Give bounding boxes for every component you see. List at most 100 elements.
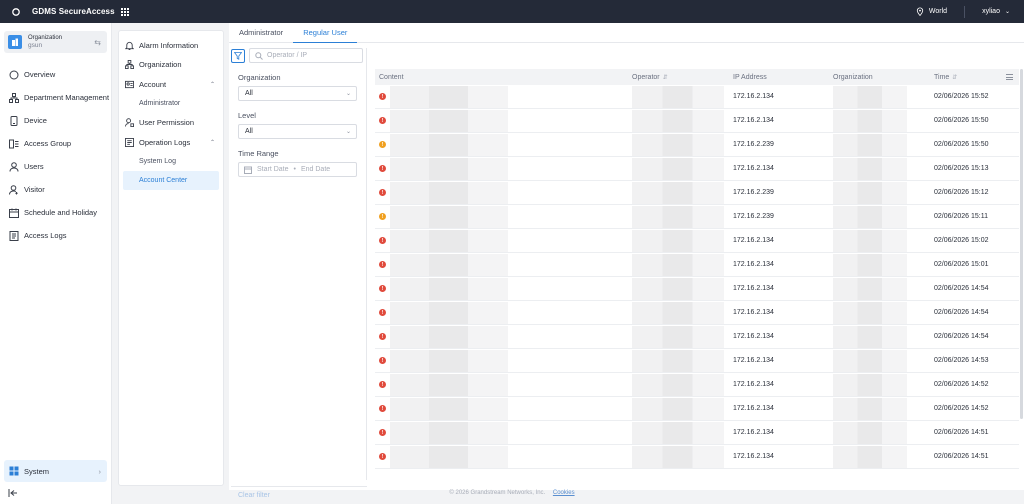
table-row[interactable]: ! 172.16.2.134 02/06/2026 15:02: [375, 229, 1019, 253]
redacted-operator: [632, 373, 724, 396]
start-date-placeholder[interactable]: Start Date: [257, 166, 289, 173]
table-row[interactable]: ! 172.16.2.134 02/06/2026 15:50: [375, 109, 1019, 133]
table-row[interactable]: ! 172.16.2.134 02/06/2026 15:52: [375, 85, 1019, 109]
logs-table: Content Operator ⇵ IP Address Organizatio…: [375, 69, 1019, 469]
subnav-administrator[interactable]: Administrator: [119, 94, 223, 113]
gdms-logo-icon[interactable]: [8, 7, 24, 17]
nav-device[interactable]: Device: [0, 109, 111, 132]
time-cell: 02/06/2026 15:11: [934, 213, 988, 220]
nav-access-logs[interactable]: Access Logs: [0, 224, 111, 247]
org-switcher[interactable]: Organization gsun ⇆: [4, 31, 107, 53]
ip-cell: 172.16.2.134: [733, 381, 774, 388]
account-icon: [125, 80, 134, 88]
app-title: GDMS SecureAccess: [32, 7, 115, 16]
redacted-organization: [833, 325, 907, 348]
org-chart-icon: [125, 60, 134, 70]
access-group-icon: [9, 139, 19, 148]
redacted-organization: [833, 301, 907, 324]
date-range-picker[interactable]: Start Date • End Date: [238, 162, 357, 177]
nav-label: Visitor: [24, 185, 45, 194]
nav-department-management[interactable]: Department Management: [0, 86, 111, 109]
error-level-icon: !: [379, 333, 386, 340]
col-operator[interactable]: Operator ⇵: [628, 74, 729, 81]
error-level-icon: !: [379, 117, 386, 124]
table-row[interactable]: ! 172.16.2.134 02/06/2026 14:53: [375, 349, 1019, 373]
level-select[interactable]: All ⌄: [238, 124, 357, 139]
subnav-system-log[interactable]: System Log: [119, 152, 223, 171]
swap-icon[interactable]: ⇆: [94, 38, 101, 47]
subnav-user-permission[interactable]: User Permission: [119, 113, 223, 132]
sort-icon[interactable]: ⇵: [952, 74, 957, 81]
table-row[interactable]: ! 172.16.2.134 02/06/2026 14:54: [375, 301, 1019, 325]
filter-toggle-button[interactable]: [231, 48, 245, 63]
table-row[interactable]: ! 172.16.2.134 02/06/2026 14:52: [375, 373, 1019, 397]
subnav-label: System Log: [139, 157, 176, 165]
nav-access-group[interactable]: Access Group: [0, 132, 111, 155]
table-row[interactable]: ! 172.16.2.239 02/06/2026 15:12: [375, 181, 1019, 205]
time-cell: 02/06/2026 14:52: [934, 405, 989, 412]
chevron-down-icon[interactable]: ⌄: [1005, 8, 1010, 15]
ip-cell: 172.16.2.134: [733, 237, 774, 244]
redacted-operator: [632, 301, 724, 324]
end-date-placeholder[interactable]: End Date: [301, 166, 330, 173]
table-row[interactable]: ! 172.16.2.134 02/06/2026 14:51: [375, 421, 1019, 445]
tab-regular-user[interactable]: Regular User: [293, 23, 358, 43]
redacted-operator: [632, 277, 724, 300]
filter-pane: Operator / IP Organization All ⌄ Level A…: [231, 48, 367, 499]
redacted-operator: [632, 85, 724, 108]
table-scrollbar[interactable]: [1020, 69, 1023, 419]
tab-bar: Administrator Regular User: [229, 23, 1024, 43]
location-icon: [916, 7, 924, 16]
redacted-content: [390, 421, 508, 444]
sort-icon[interactable]: ⇵: [663, 75, 668, 81]
redacted-organization: [833, 181, 907, 204]
table-header: Content Operator ⇵ IP Address Organizatio…: [375, 69, 1019, 85]
nav-visitor[interactable]: Visitor: [0, 178, 111, 201]
table-row[interactable]: ! 172.16.2.134 02/06/2026 15:01: [375, 253, 1019, 277]
search-placeholder: Operator / IP: [267, 52, 308, 59]
error-level-icon: !: [379, 381, 386, 388]
redacted-content: [390, 205, 508, 228]
redacted-organization: [833, 253, 907, 276]
nav-overview[interactable]: Overview: [0, 63, 111, 86]
organization-select[interactable]: All ⌄: [238, 86, 357, 101]
table-row[interactable]: ! 172.16.2.134 02/06/2026 14:54: [375, 277, 1019, 301]
table-row[interactable]: ! 172.16.2.134 02/06/2026 14:51: [375, 445, 1019, 469]
cookies-link[interactable]: Cookies: [553, 490, 575, 496]
col-time[interactable]: Time ⇵: [930, 74, 1019, 81]
time-cell: 02/06/2026 15:50: [934, 117, 989, 124]
table-row[interactable]: ! 172.16.2.134 02/06/2026 14:52: [375, 397, 1019, 421]
column-settings-icon[interactable]: [1006, 74, 1013, 80]
nav-system[interactable]: System ›: [4, 460, 107, 482]
subnav-organization[interactable]: Organization: [119, 55, 223, 74]
subnav-account-center[interactable]: Account Center: [123, 171, 219, 191]
ip-cell: 172.16.2.134: [733, 357, 774, 364]
app-grid-icon[interactable]: [120, 7, 129, 16]
redacted-organization: [833, 445, 907, 468]
subnav-account[interactable]: Account ⌃: [119, 75, 223, 94]
ip-cell: 172.16.2.134: [733, 165, 774, 172]
redacted-organization: [833, 229, 907, 252]
subnav-operation-logs[interactable]: Operation Logs ⌃: [119, 132, 223, 151]
col-organization: Organization: [833, 73, 873, 81]
redacted-organization: [833, 373, 907, 396]
col-operator-label: Operator: [632, 73, 660, 81]
warning-level-icon: !: [379, 213, 386, 220]
nav-label: Department Management: [24, 93, 110, 102]
error-level-icon: !: [379, 93, 386, 100]
subnav-alarm-information[interactable]: Alarm Information: [119, 36, 223, 55]
tab-administrator[interactable]: Administrator: [229, 23, 293, 43]
search-input[interactable]: Operator / IP: [249, 48, 363, 63]
nav-users[interactable]: Users: [0, 155, 111, 178]
user-menu[interactable]: xyliao: [982, 8, 1000, 15]
nav-label: Access Logs: [24, 231, 67, 240]
time-cell: 02/06/2026 14:51: [934, 453, 989, 460]
table-row[interactable]: ! 172.16.2.239 02/06/2026 15:50: [375, 133, 1019, 157]
table-row[interactable]: ! 172.16.2.134 02/06/2026 15:13: [375, 157, 1019, 181]
table-row[interactable]: ! 172.16.2.134 02/06/2026 14:54: [375, 325, 1019, 349]
time-cell: 02/06/2026 15:02: [934, 237, 989, 244]
region-selector[interactable]: World: [929, 8, 947, 15]
overview-icon: [9, 70, 19, 79]
nav-schedule-and-holiday[interactable]: Schedule and Holiday: [0, 201, 111, 224]
table-row[interactable]: ! 172.16.2.239 02/06/2026 15:11: [375, 205, 1019, 229]
